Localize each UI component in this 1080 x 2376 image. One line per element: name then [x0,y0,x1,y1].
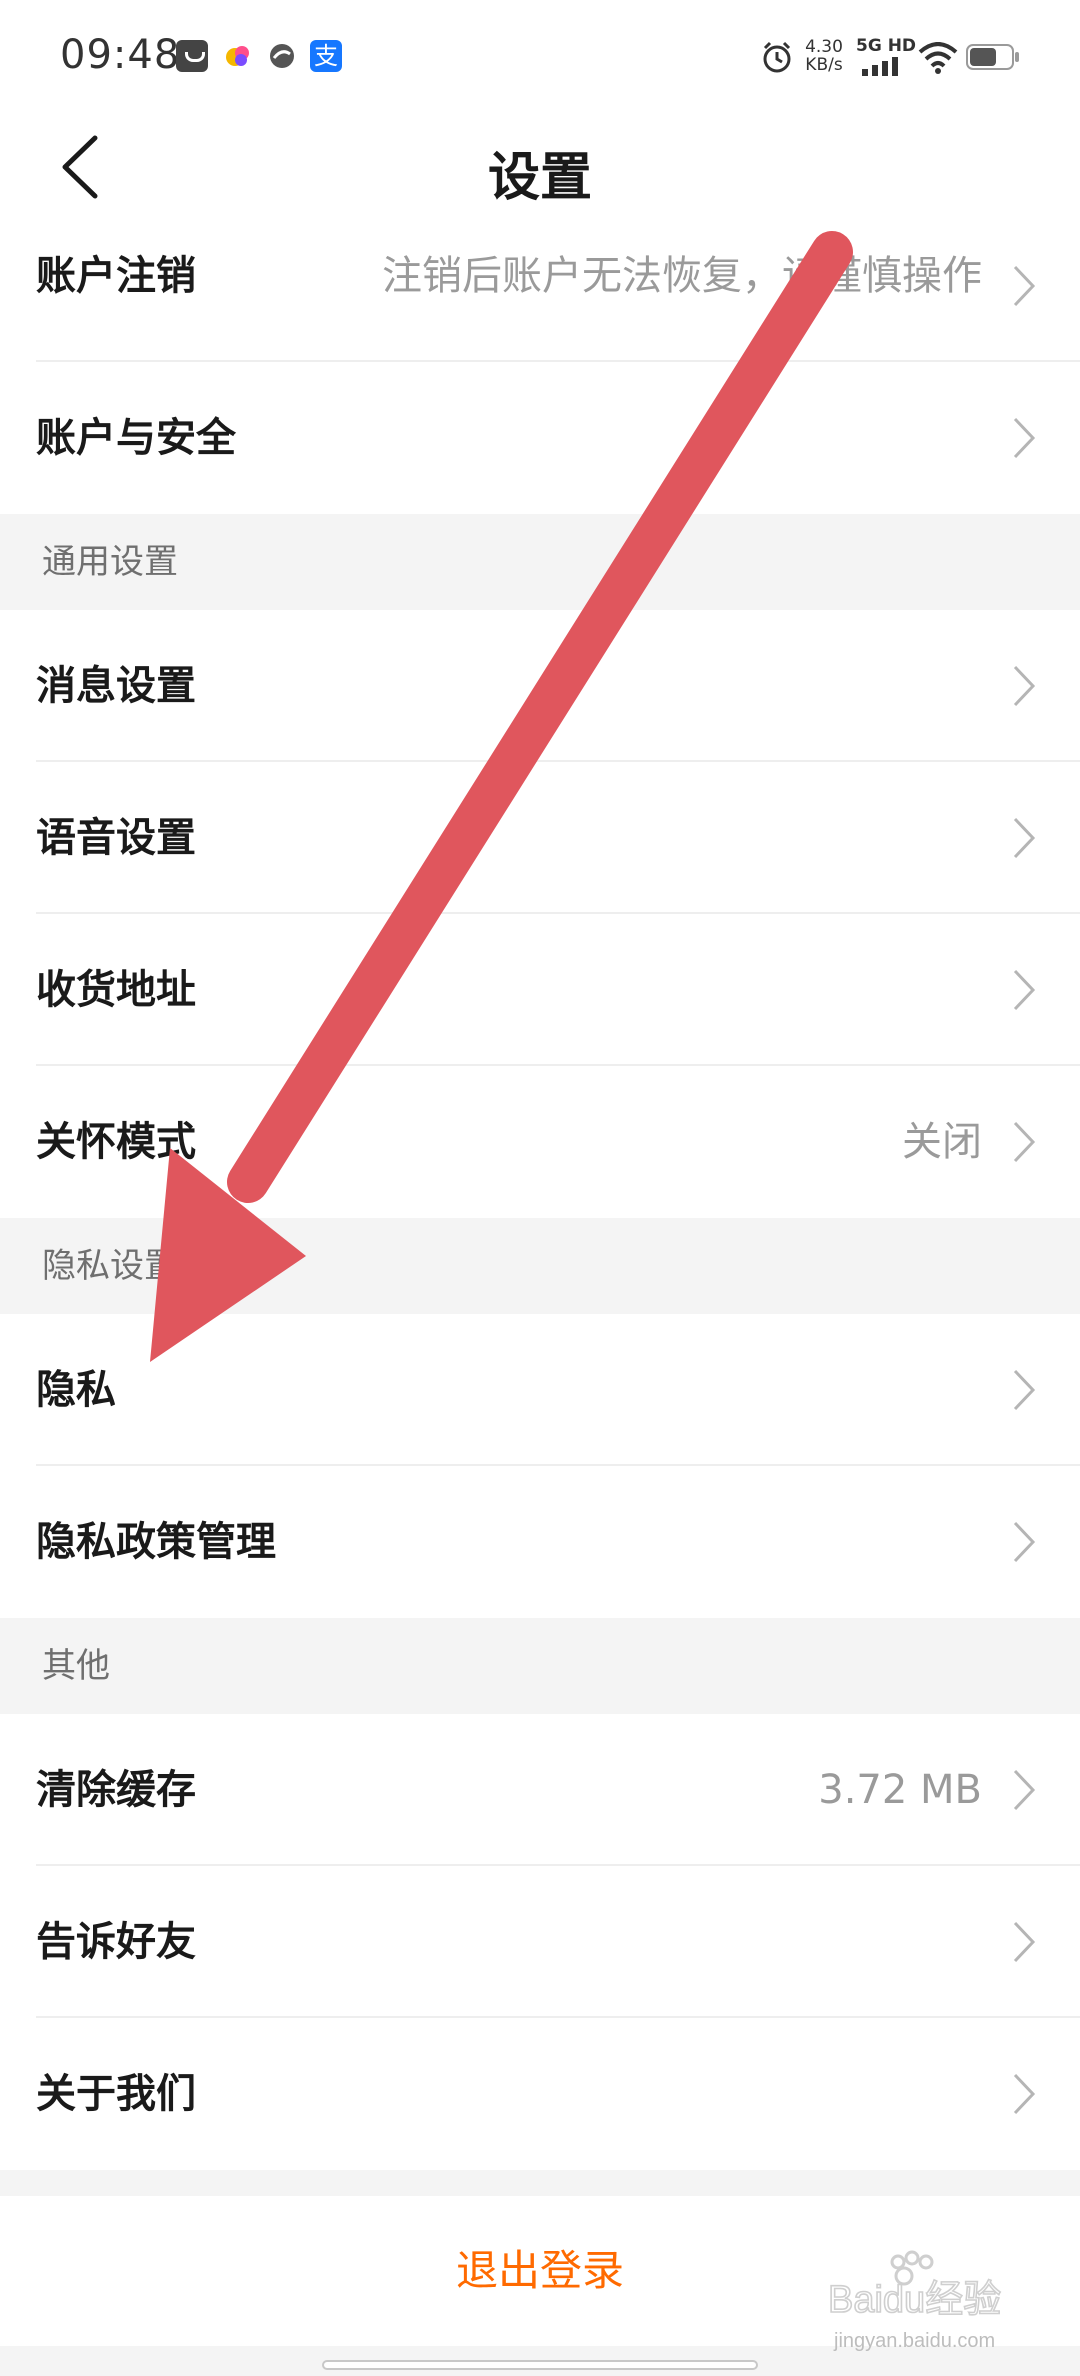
battery-icon [966,44,1019,70]
row-label: 隐私 [36,1367,116,1413]
chevron-right-icon [1013,1769,1036,1811]
row-label: 消息设置 [36,663,196,709]
network-speed-value: 4.30 [805,37,843,57]
notification-bag-icon [176,40,208,72]
chevron-right-icon [1013,1121,1036,1163]
row-label: 语音设置 [36,815,196,861]
chevron-right-icon [1013,417,1036,459]
app-round-icon [270,44,294,68]
section-header-other: 其他 [0,1618,1080,1714]
shipping-address-row[interactable]: 收货地址 [0,914,1080,1066]
section-label: 其他 [42,1646,110,1686]
status-bar: 09:48 支 4.30 KB/s 5G HD [0,0,1080,115]
alarm-icon [763,41,791,73]
chevron-right-icon [1013,1369,1036,1411]
nav-bar: 设置 [0,115,1080,220]
section-header-general: 通用设置 [0,514,1080,610]
chevron-right-icon [1013,1921,1036,1963]
spacer [0,2170,1080,2196]
row-label: 收货地址 [36,967,196,1013]
row-label: 账户注销 [36,253,196,299]
chevron-right-icon [1013,2073,1036,2115]
clear-cache-row[interactable]: 清除缓存 3.72 MB [0,1714,1080,1866]
wifi-icon [918,42,958,74]
row-label: 隐私政策管理 [36,1519,276,1565]
privacy-policy-row[interactable]: 隐私政策管理 [0,1466,1080,1618]
row-label: 账户与安全 [36,415,236,461]
home-indicator[interactable] [322,2360,758,2370]
about-us-row[interactable]: 关于我们 [0,2018,1080,2170]
section-header-privacy: 隐私设置 [0,1218,1080,1314]
section-label: 通用设置 [42,542,178,582]
row-value: 注销后账户无法恢复，请谨慎操作 [382,253,982,299]
network-type-label: 5G HD [856,36,917,56]
chevron-right-icon [1013,817,1036,859]
watermark-brand: Baidu经验 [828,2279,1001,2321]
chevron-right-icon [1013,265,1036,307]
row-label: 关怀模式 [36,1119,196,1165]
signal-icon [862,57,898,76]
baidu-logo-icon: Baidu经验 [828,2250,1002,2322]
chevron-right-icon [1013,969,1036,1011]
status-time: 09:48 [60,32,181,78]
alipay-icon: 支 [310,40,342,72]
chevron-right-icon [1013,665,1036,707]
section-label: 隐私设置 [42,1246,178,1286]
row-value: 关闭 [902,1119,982,1165]
row-label: 清除缓存 [36,1767,196,1813]
app-colorful-icon [226,46,249,66]
chevron-right-icon [1013,1521,1036,1563]
account-security-row[interactable]: 账户与安全 [0,362,1080,514]
baidu-watermark: Baidu经验 jingyan.baidu.com [828,2250,1038,2360]
network-speed-unit: KB/s [805,55,843,75]
voice-settings-row[interactable]: 语音设置 [0,762,1080,914]
account-cancel-row[interactable]: 账户注销 注销后账户无法恢复，请谨慎操作 [0,220,1080,362]
row-label: 告诉好友 [36,1919,196,1965]
settings-list: 账户注销 注销后账户无法恢复，请谨慎操作 账户与安全 通用设置 消息设置 语音设… [0,220,1080,2376]
care-mode-row[interactable]: 关怀模式 关闭 [0,1066,1080,1218]
privacy-row[interactable]: 隐私 [0,1314,1080,1466]
message-settings-row[interactable]: 消息设置 [0,610,1080,762]
watermark-url: jingyan.baidu.com [834,2330,996,2352]
page-title: 设置 [487,148,592,208]
row-value: 3.72 MB [818,1767,982,1813]
network-speed: 4.30 KB/s [802,38,846,74]
row-label: 关于我们 [36,2071,196,2117]
tell-friends-row[interactable]: 告诉好友 [0,1866,1080,2018]
